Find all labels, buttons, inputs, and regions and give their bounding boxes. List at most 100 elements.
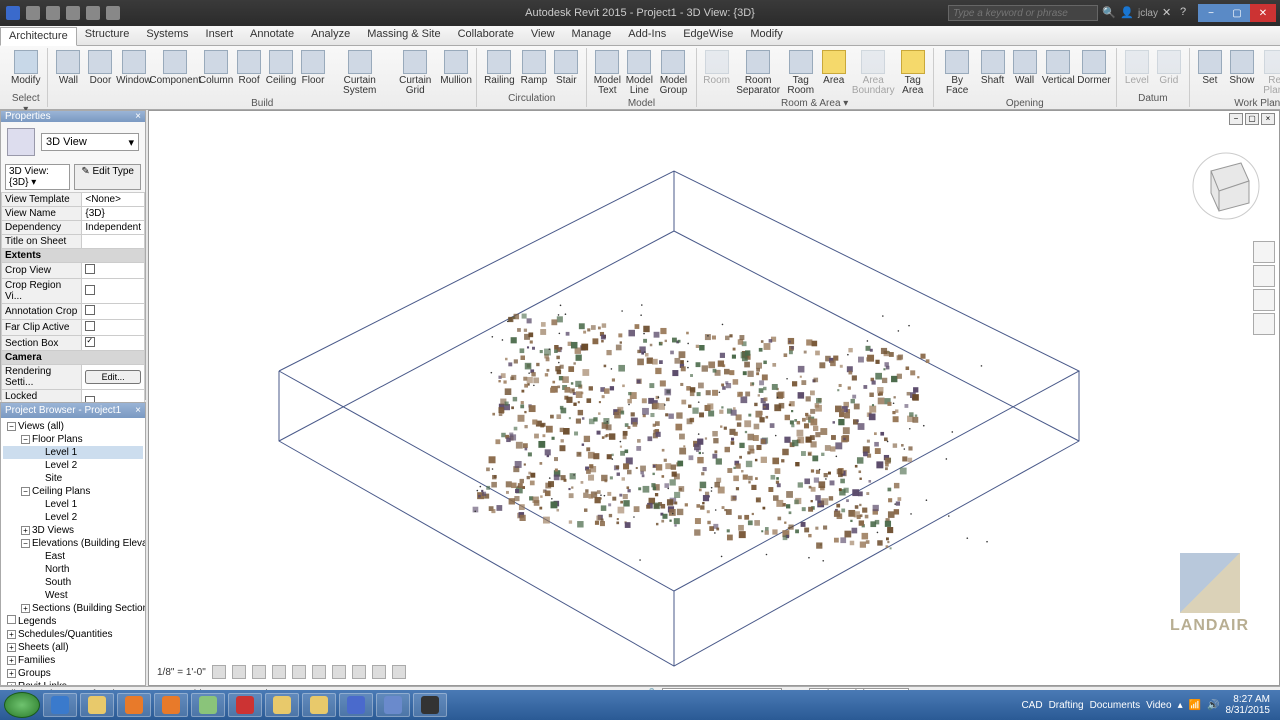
help-icon[interactable]: ?: [1180, 6, 1194, 20]
volume-icon[interactable]: 🔊: [1207, 700, 1219, 711]
tree-node[interactable]: −Floor Plans: [3, 433, 143, 446]
tree-node[interactable]: West: [3, 589, 143, 602]
tree-node[interactable]: Site: [3, 472, 143, 485]
by-face-button[interactable]: By Face: [938, 48, 977, 98]
modify-button[interactable]: Modify: [8, 48, 43, 88]
tree-node[interactable]: +Families: [3, 654, 143, 667]
save-icon[interactable]: [46, 6, 60, 20]
zoom-icon[interactable]: [1253, 289, 1275, 311]
window-button[interactable]: Window: [116, 48, 151, 88]
taskbar-cmd[interactable]: [413, 693, 447, 717]
model-text-button[interactable]: Model Text: [591, 48, 623, 98]
tree-node[interactable]: +Revit Links: [3, 680, 143, 685]
tag-room-button[interactable]: Tag Room: [784, 48, 818, 98]
taskbar-ie[interactable]: [43, 693, 77, 717]
pan-icon[interactable]: [1253, 265, 1275, 287]
taskbar-outlook[interactable]: [265, 693, 299, 717]
wall-opening-button[interactable]: Wall: [1009, 48, 1041, 88]
taskbar-firefox[interactable]: [154, 693, 188, 717]
minimize-button[interactable]: −: [1198, 4, 1224, 22]
tab-massing-site[interactable]: Massing & Site: [359, 26, 449, 45]
help-search-input[interactable]: [948, 5, 1098, 21]
column-button[interactable]: Column: [199, 48, 233, 88]
tree-node[interactable]: +Groups: [3, 667, 143, 680]
tree-node[interactable]: +Sections (Building Section): [3, 602, 143, 615]
tree-node[interactable]: Level 2: [3, 511, 143, 524]
curtain-grid-button[interactable]: Curtain Grid: [390, 48, 440, 98]
tray-drafting[interactable]: Drafting: [1049, 700, 1084, 711]
rendering-icon[interactable]: [292, 665, 306, 679]
tab-systems[interactable]: Systems: [138, 26, 197, 45]
crop-region-icon[interactable]: [332, 665, 346, 679]
taskbar-explorer[interactable]: [80, 693, 114, 717]
properties-close-icon[interactable]: ×: [135, 111, 141, 122]
exchange-icon[interactable]: ✕: [1162, 6, 1176, 20]
maximize-button[interactable]: ▢: [1224, 4, 1250, 22]
shaft-button[interactable]: Shaft: [977, 48, 1009, 88]
tree-node[interactable]: Legends: [3, 615, 143, 628]
tab-architecture[interactable]: Architecture: [0, 27, 77, 46]
tree-node[interactable]: North: [3, 563, 143, 576]
stair-button[interactable]: Stair: [550, 48, 582, 88]
type-selector[interactable]: 3D View▾: [41, 133, 139, 151]
vertical-button[interactable]: Vertical: [1041, 48, 1076, 88]
tray-video[interactable]: Video: [1146, 700, 1171, 711]
curtain-system-button[interactable]: Curtain System: [329, 48, 390, 98]
tree-node[interactable]: +Schedules/Quantities: [3, 628, 143, 641]
tag-area-button[interactable]: Tag Area: [897, 48, 929, 98]
tab-analyze[interactable]: Analyze: [303, 26, 359, 45]
view-cube[interactable]: [1191, 151, 1261, 221]
start-button[interactable]: [4, 692, 40, 718]
sun-path-icon[interactable]: [252, 665, 266, 679]
taskbar-folder2[interactable]: [302, 693, 336, 717]
tab-edgewise[interactable]: EdgeWise: [675, 26, 742, 45]
app-menu-icon[interactable]: [6, 6, 20, 20]
room-separator-button[interactable]: Room Separator: [733, 48, 784, 98]
sign-in-icon[interactable]: 👤: [1120, 6, 1134, 20]
reveal-icon[interactable]: [392, 665, 406, 679]
tree-node[interactable]: −Ceiling Plans: [3, 485, 143, 498]
crop-icon[interactable]: [312, 665, 326, 679]
ceiling-button[interactable]: Ceiling: [265, 48, 297, 88]
tree-node[interactable]: South: [3, 576, 143, 589]
tray-chevron-icon[interactable]: ▴: [1178, 700, 1183, 711]
tab-insert[interactable]: Insert: [198, 26, 243, 45]
network-icon[interactable]: 📶: [1189, 700, 1201, 711]
view-scale[interactable]: 1/8" = 1'-0": [157, 667, 206, 678]
tree-node[interactable]: −Views (all): [3, 420, 143, 433]
tab-annotate[interactable]: Annotate: [242, 26, 303, 45]
roof-button[interactable]: Roof: [233, 48, 265, 88]
tray-cad[interactable]: CAD: [1021, 700, 1042, 711]
undo-icon[interactable]: [66, 6, 80, 20]
mullion-button[interactable]: Mullion: [440, 48, 472, 88]
taskbar-tool[interactable]: [376, 693, 410, 717]
show-button[interactable]: Show: [1226, 48, 1258, 88]
wall-button[interactable]: Wall: [52, 48, 84, 88]
tree-node[interactable]: East: [3, 550, 143, 563]
tree-node[interactable]: Level 1: [3, 498, 143, 511]
print-icon[interactable]: [106, 6, 120, 20]
temporary-hide-icon[interactable]: [372, 665, 386, 679]
taskbar-wmp[interactable]: [117, 693, 151, 717]
ramp-button[interactable]: Ramp: [518, 48, 551, 88]
tray-documents[interactable]: Documents: [1090, 700, 1141, 711]
tree-node[interactable]: −Elevations (Building Elevation): [3, 537, 143, 550]
instance-filter[interactable]: 3D View: {3D} ▾: [5, 164, 70, 190]
tab-collaborate[interactable]: Collaborate: [450, 26, 523, 45]
taskbar-revit[interactable]: [339, 693, 373, 717]
floor-button[interactable]: Floor: [297, 48, 329, 88]
visual-style-icon[interactable]: [232, 665, 246, 679]
component-button[interactable]: Component: [151, 48, 199, 88]
door-button[interactable]: Door: [84, 48, 116, 88]
orbit-icon[interactable]: [1253, 313, 1275, 335]
3d-canvas[interactable]: [149, 111, 1279, 671]
taskbar-opera[interactable]: [228, 693, 262, 717]
close-button[interactable]: ✕: [1250, 4, 1276, 22]
tree-node[interactable]: Level 2: [3, 459, 143, 472]
tree-node[interactable]: +3D Views: [3, 524, 143, 537]
tree-node[interactable]: +Sheets (all): [3, 641, 143, 654]
taskbar-npp[interactable]: [191, 693, 225, 717]
clock[interactable]: 8:27 AM 8/31/2015: [1226, 694, 1271, 716]
unhide-icon[interactable]: [352, 665, 366, 679]
open-icon[interactable]: [26, 6, 40, 20]
